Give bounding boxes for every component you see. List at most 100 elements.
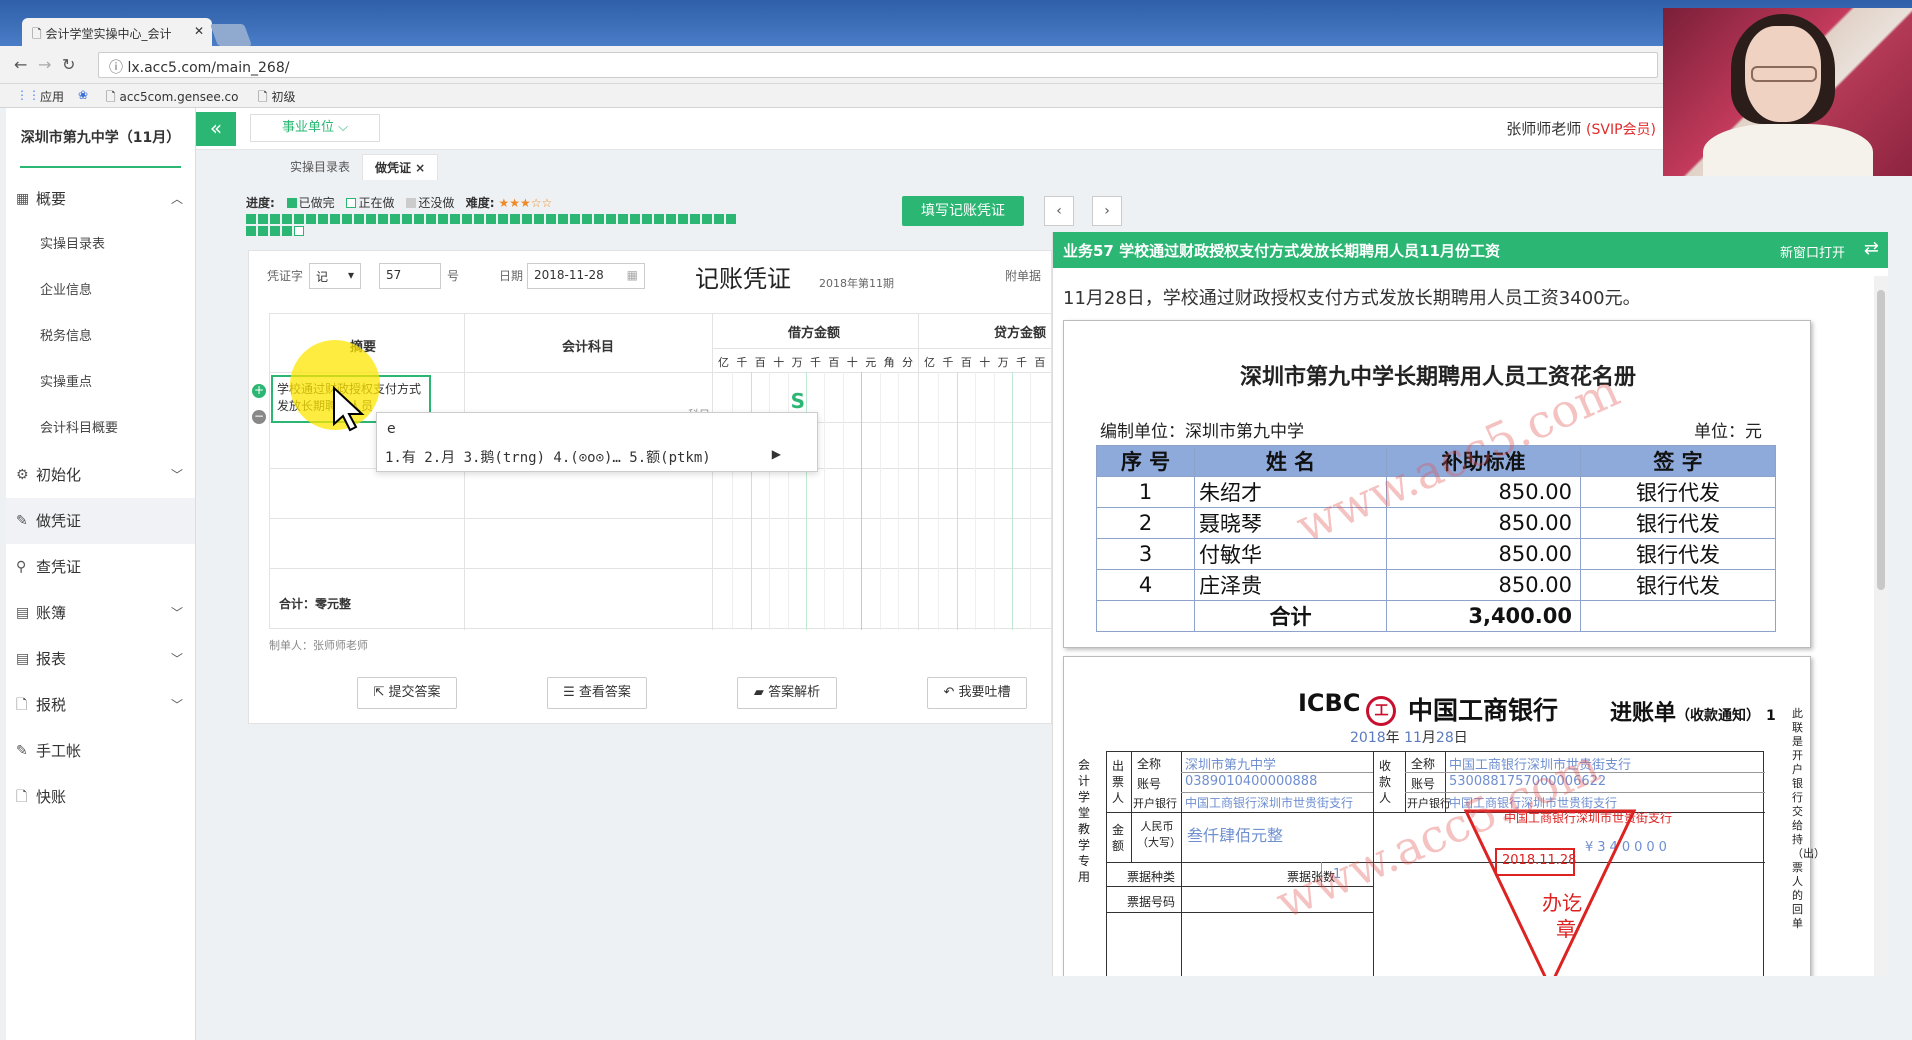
teacher-name: 张师师老师 (1506, 120, 1582, 138)
collapse-sidebar-button[interactable]: « (196, 112, 236, 146)
sidebar-item-report[interactable]: ▤ 报表 ﹀ (6, 636, 195, 682)
bookmark-chuji[interactable]: 🗋 初级 (258, 88, 295, 109)
ime-next-icon[interactable]: ▶ (772, 447, 781, 461)
progress-square (630, 214, 640, 224)
task-description: 11月28日，学校通过财政授权支付方式发放长期聘用人员工资3400元。 (1063, 288, 1641, 309)
progress-square (414, 214, 424, 224)
sidebar-item-label: 做凭证 (36, 512, 82, 530)
progress-square (606, 214, 616, 224)
add-row-icon[interactable]: + (252, 384, 266, 398)
ime-candidates[interactable]: 1.有 2.月 3.鹅(trng) 4.(⊙o⊙)… 5.额(ptkm) (385, 447, 711, 467)
sidebar-item-label: 报税 (36, 696, 67, 714)
sidebar-item-init[interactable]: ⚙ 初始化 ﹀ (6, 452, 195, 498)
url-input[interactable]: ⓘ lx.acc5.com/main_268/ (98, 52, 1658, 78)
back-icon[interactable]: ← (14, 55, 27, 74)
sidebar-sub-company[interactable]: 企业信息 (6, 268, 195, 314)
unit-type-dropdown[interactable]: 事业单位 ⌵ (250, 114, 380, 142)
reload-icon[interactable]: ↻ (62, 55, 75, 74)
bookmark-gensee[interactable]: 🗋 acc5com.gensee.co (106, 88, 238, 109)
apps-icon[interactable]: ⋮⋮ (16, 88, 40, 102)
task-title-bar: 业务57 学校通过财政授权支付方式发放长期聘用人员11月份工资 新窗口打开 ⇄ (1053, 232, 1888, 268)
reply-icon: ↶ (943, 685, 959, 700)
sidebar-item-tax[interactable]: 🗋 报税 ﹀ (6, 682, 195, 728)
sidebar-sub-catalog[interactable]: 实操目录表 (6, 222, 195, 268)
done-swatch (286, 198, 297, 208)
digit-label: 分 (902, 356, 913, 369)
difficulty-stars: ★★★☆☆ (498, 196, 553, 210)
todo-label: 还没做 (418, 196, 455, 210)
voucher-word-select[interactable]: 记 ▾ (309, 263, 361, 289)
panel-scrollbar[interactable] (1874, 276, 1888, 976)
digit-column-line (975, 372, 977, 630)
voucher-number-value: 57 (386, 268, 402, 282)
progress-square (558, 214, 568, 224)
date-input[interactable]: 2018-11-28 ▦ (527, 263, 645, 289)
submit-answer-button[interactable]: ⇱ 提交答案 (357, 677, 457, 709)
sidebar-item-ledger[interactable]: ▤ 账簿 ﹀ (6, 590, 195, 636)
voucher-period: 2018年第11期 (819, 277, 894, 290)
digit-column-line (769, 372, 771, 630)
chevron-down-icon: ﹀ (170, 468, 183, 482)
credit-header: 贷方金额 (994, 326, 1047, 341)
sidebar-item-manual[interactable]: ✎ 手工帐 (6, 728, 195, 774)
cell-sign: 银行代发 (1580, 569, 1776, 601)
sidebar-sub-keypoints[interactable]: 实操重点 (6, 360, 195, 406)
slip-title: 进账单（收款通知） 1 (1610, 695, 1776, 727)
tab-make-voucher[interactable]: 做凭证 × (362, 154, 439, 180)
prev-button[interactable]: ‹ (1044, 196, 1074, 226)
sidebar-sub-subjects[interactable]: 会计科目概要 (6, 406, 195, 452)
user-name[interactable]: 张师师老师 (SVIP会员) (1506, 118, 1656, 139)
open-new-window-link[interactable]: 新窗口打开 (1780, 242, 1845, 261)
sidebar-item-label: 查凭证 (36, 558, 82, 576)
feedback-button[interactable]: ↶ 我要吐槽 (927, 677, 1027, 709)
total-label: 合计 (1194, 600, 1387, 632)
gear-icon: ⚙ (16, 467, 29, 483)
ime-candidate-popup: e 1.有 2.月 3.鹅(trng) 4.(⊙o⊙)… 5.额(ptkm) ▶… (376, 389, 818, 472)
total-row: 合计 3,400.00 (1096, 600, 1776, 632)
cell-sign: 银行代发 (1580, 507, 1776, 539)
calendar-icon: ▦ (626, 268, 638, 282)
swap-icon[interactable]: ⇄ (1864, 238, 1879, 259)
scroll-thumb[interactable] (1877, 290, 1885, 590)
bookmark-apps[interactable]: 应用 (40, 88, 64, 105)
grid-icon: ▦ (16, 191, 30, 207)
chevron-down-icon: ﹀ (170, 606, 183, 620)
doing-swatch (346, 198, 357, 208)
forward-icon[interactable]: → (38, 55, 51, 74)
sidebar-item-check-voucher[interactable]: ⚲ 查凭证 (6, 544, 195, 590)
digit-label: 万 (997, 356, 1009, 369)
digit-label: 亿 (718, 356, 729, 369)
digit-column-line (898, 372, 899, 630)
next-button[interactable]: › (1092, 196, 1122, 226)
sidebar-sub-tax[interactable]: 税务信息 (6, 314, 195, 360)
payee-account-label: 账号 (1411, 777, 1436, 791)
progress-square (294, 226, 304, 236)
close-tab-icon[interactable]: ✕ (194, 24, 204, 38)
progress-label: 进度: (246, 196, 275, 210)
sidebar-item-overview[interactable]: ▦ 概要 ︿ (6, 176, 195, 222)
sidebar-item-make-voucher[interactable]: ✎ 做凭证 (6, 498, 195, 544)
voucher-number-stepper[interactable]: 57 (379, 263, 441, 289)
progress-square (378, 214, 388, 224)
progress-square (702, 214, 712, 224)
view-answer-button[interactable]: ☰ 查看答案 (547, 677, 647, 709)
tab-catalog[interactable]: 实操目录表 (278, 154, 362, 180)
task-title: 业务57 学校通过财政授权支付方式发放长期聘用人员11月份工资 (1063, 242, 1500, 260)
cell-no: 3 (1096, 538, 1195, 570)
browser-tab[interactable]: 🗋 会计学堂实操中心_会计 ✕ (22, 18, 212, 46)
new-tab-button[interactable] (209, 24, 253, 46)
payer-account-label: 账号 (1137, 777, 1162, 791)
progress-square (366, 214, 376, 224)
payroll-unit: 单位：元 (1694, 422, 1762, 442)
progress-square (246, 214, 256, 224)
digit-label: 亿 (924, 356, 935, 369)
sidebar-item-quick[interactable]: 🗋 快账 (6, 774, 195, 820)
voucher-form: 凭证字 记 ▾ 57 号 日期 2018-11-28 ▦ 记账凭证 2018年第… (248, 250, 1054, 724)
progress-square (282, 214, 292, 224)
digit-label: 千 (810, 356, 821, 369)
progress-square (354, 214, 364, 224)
answer-analysis-button[interactable]: ▰ 答案解析 (737, 677, 837, 709)
amount-in-words: 叁仟肆佰元整 (1187, 826, 1284, 845)
fill-voucher-button[interactable]: 填写记账凭证 (902, 196, 1024, 226)
remove-row-icon[interactable]: − (252, 410, 266, 424)
